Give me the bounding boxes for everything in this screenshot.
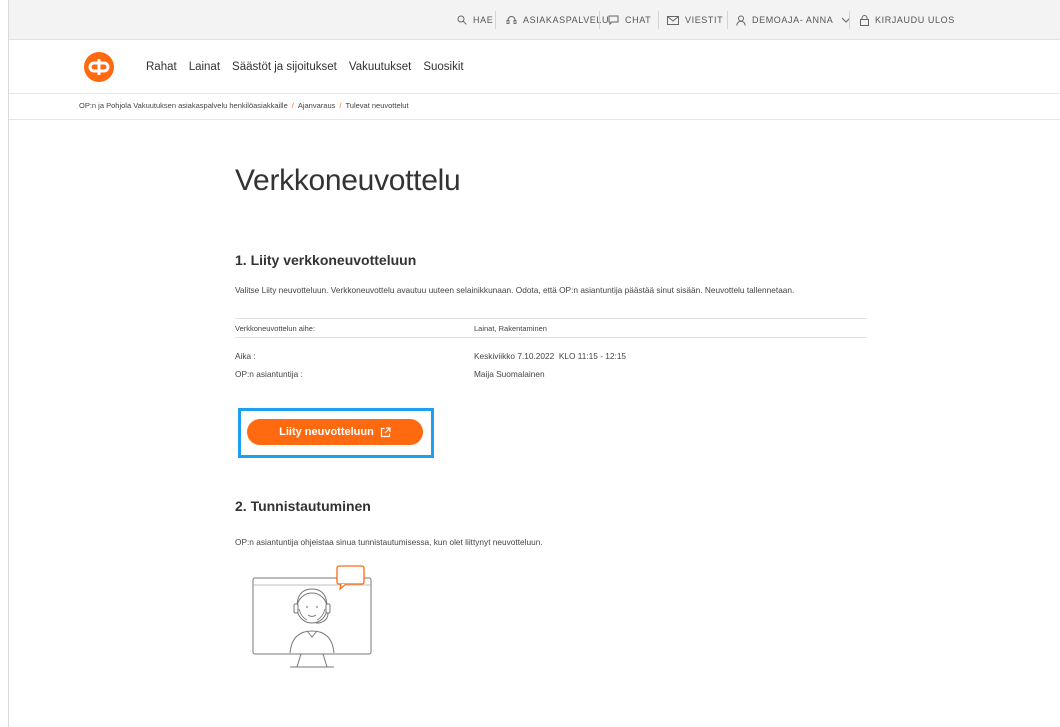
join-button-highlight: Liity neuvotteluun — [238, 408, 434, 458]
divider — [495, 11, 496, 29]
logout-link[interactable]: KIRJAUDU ULOS — [860, 0, 955, 40]
detail-row-advisor: OP:n asiantuntija : Maija Suomalainen — [235, 365, 867, 383]
breadcrumb-separator: / — [339, 101, 342, 110]
breadcrumb-item[interactable]: Ajanvaraus — [298, 101, 336, 110]
detail-value: Lainat, Rakentaminen — [474, 324, 547, 333]
nav-item-rahat[interactable]: Rahat — [146, 61, 177, 73]
nav-item-vakuutukset[interactable]: Vakuutukset — [349, 61, 411, 73]
identification-text: OP:n asiantuntija ohjeistaa sinua tunnis… — [235, 537, 543, 547]
breadcrumb-item[interactable]: OP:n ja Pohjola Vakuutuksen asiakaspalve… — [79, 101, 288, 110]
nav-links: Rahat Lainat Säästöt ja sijoitukset Vaku… — [146, 40, 476, 94]
nav-item-lainat[interactable]: Lainat — [189, 61, 220, 73]
section-title-join: 1. Liity verkkoneuvotteluun — [235, 252, 417, 268]
nav-item-suosikit[interactable]: Suosikit — [423, 61, 463, 73]
chat-link[interactable]: CHAT — [608, 0, 651, 40]
op-logo-icon — [88, 59, 110, 75]
breadcrumb-item[interactable]: Tulevat neuvottelut — [345, 101, 408, 110]
advisor-video-illustration — [252, 565, 372, 668]
join-instructions: Valitse Liity neuvotteluun. Verkkoneuvot… — [235, 285, 795, 295]
breadcrumb: OP:n ja Pohjola Vakuutuksen asiakaspalve… — [79, 101, 409, 110]
main-navigation: Rahat Lainat Säästöt ja sijoitukset Vaku… — [9, 40, 1060, 94]
detail-row-time: Aika : Keskiviikko 7.10.2022 KLO 11:15 -… — [235, 338, 867, 365]
divider — [658, 11, 659, 29]
join-button-label: Liity neuvotteluun — [279, 426, 374, 438]
page-frame: HAE ASIAKASPALVELU CHAT VIESTIT DEMOAJA-… — [8, 0, 1060, 727]
chat-icon — [608, 15, 619, 25]
utility-bar: HAE ASIAKASPALVELU CHAT VIESTIT DEMOAJA-… — [9, 0, 1060, 40]
customer-service-link[interactable]: ASIAKASPALVELU — [506, 0, 609, 40]
search-link[interactable]: HAE — [457, 0, 493, 40]
detail-value: Maija Suomalainen — [474, 369, 545, 379]
chat-label: CHAT — [625, 15, 652, 25]
messages-link[interactable]: VIESTIT — [667, 0, 723, 40]
nav-item-saastot[interactable]: Säästöt ja sijoitukset — [232, 61, 337, 73]
user-icon — [736, 15, 746, 26]
external-link-icon — [380, 426, 391, 437]
mail-icon — [667, 15, 679, 25]
join-meeting-button[interactable]: Liity neuvotteluun — [247, 419, 423, 445]
divider — [599, 11, 600, 29]
meeting-details: Verkkoneuvottelun aihe: Lainat, Rakentam… — [235, 318, 867, 383]
detail-label: Aika : — [235, 351, 256, 361]
detail-value: Keskiviikko 7.10.2022 KLO 11:15 - 12:15 — [474, 351, 627, 361]
divider — [849, 11, 850, 29]
user-name: DEMOAJA- ANNA — [752, 15, 834, 25]
detail-label: OP:n asiantuntija : — [235, 369, 303, 379]
search-icon — [457, 15, 467, 25]
divider — [727, 11, 728, 29]
logout-label: KIRJAUDU ULOS — [875, 15, 955, 25]
page-title: Verkkoneuvottelu — [235, 164, 461, 197]
breadcrumb-separator: / — [291, 101, 294, 110]
detail-label: Verkkoneuvottelun aihe: — [235, 324, 316, 333]
search-label: HAE — [473, 15, 494, 25]
user-menu[interactable]: DEMOAJA- ANNA — [736, 0, 851, 40]
divider — [9, 119, 1060, 120]
detail-row-topic: Verkkoneuvottelun aihe: Lainat, Rakentam… — [235, 318, 867, 338]
customer-service-label: ASIAKASPALVELU — [523, 15, 610, 25]
section-title-identification: 2. Tunnistautuminen — [235, 498, 371, 514]
messages-label: VIESTIT — [685, 15, 724, 25]
lock-icon — [860, 14, 869, 26]
op-logo[interactable] — [84, 52, 114, 82]
headset-icon — [506, 16, 517, 24]
